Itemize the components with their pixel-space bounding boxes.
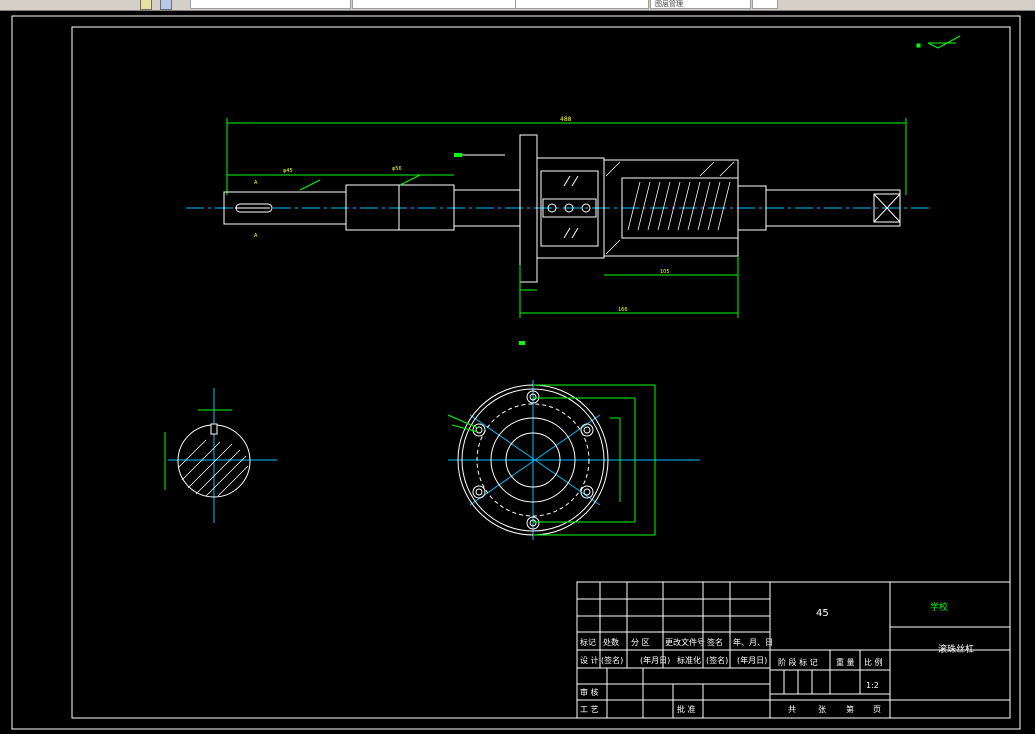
tb-h3: 更改文件号	[665, 637, 705, 647]
tb-school: 学校	[930, 601, 948, 613]
tb-s0: 阶 段 标 记	[778, 657, 818, 667]
tb-d3: 标准化	[677, 655, 701, 665]
tb-s2: 比 例	[864, 657, 883, 667]
section-view	[164, 388, 277, 523]
tb-h4: 签名	[707, 637, 723, 647]
tb-h5: 年、月、日	[733, 637, 773, 647]
section-label-top: A	[254, 180, 258, 186]
tb-review: 审 核	[580, 687, 599, 697]
flange-screws	[563, 175, 579, 239]
tb-process: 工 艺	[580, 705, 599, 714]
layer-icon[interactable]	[140, 0, 152, 10]
sheet-inner-border	[71, 26, 1011, 719]
dim-shaft-upper2: φ56	[392, 166, 402, 172]
tb-d2: (年月日)	[640, 655, 670, 665]
dim-nut	[519, 256, 739, 318]
dim-shaft-upper: φ45	[283, 168, 293, 174]
section-label-bottom: A	[254, 233, 258, 239]
tb-sheet2: 第	[846, 704, 854, 714]
lineweight-dropdown[interactable]	[515, 0, 649, 9]
title-block-text: 标记 处数 分 区 更改文件号 签名 年、月、日 设 计 (签名) (年月日) …	[580, 608, 883, 714]
view-tag	[454, 153, 462, 157]
tb-h2: 分 区	[631, 638, 650, 647]
cad-toolbar: 图层管理	[0, 0, 1035, 11]
layer-dropdown[interactable]	[190, 0, 351, 9]
tb-d0: 设 计	[580, 655, 599, 665]
tb-d1: (签名)	[601, 655, 623, 665]
linetype-dropdown[interactable]	[352, 0, 516, 9]
extra-dropdown[interactable]	[752, 0, 778, 9]
tb-sheet3: 页	[873, 705, 881, 714]
tb-part-name: 滚珠丝杠	[938, 643, 974, 655]
tb-s1: 重 量	[836, 657, 855, 667]
tb-sheet0: 共	[788, 705, 796, 714]
view-tag-a	[519, 341, 525, 345]
roughness-symbol	[916, 35, 961, 49]
tb-scale: 1:2	[866, 681, 879, 690]
nut-flange	[519, 134, 605, 283]
tb-d5: (年月日)	[737, 655, 767, 665]
dim-total	[226, 118, 907, 195]
cad-drawing: 488 φ45 φ56 A A 105 166 标记 处数 分 区 更改文件号 …	[11, 15, 1021, 730]
tb-d4: (签名)	[706, 655, 728, 665]
tb-material: 45	[816, 608, 829, 619]
tb-sheet1: 张	[818, 705, 826, 714]
dim-total-label: 488	[560, 116, 572, 123]
flange-front-view	[447, 380, 700, 540]
tb-h0: 标记	[580, 637, 596, 647]
tb-h1: 处数	[603, 637, 619, 647]
dim-nut-total: 166	[618, 307, 628, 313]
plotstyle-dropdown[interactable]: 图层管理	[650, 0, 751, 9]
drawing-canvas[interactable]: 488 φ45 φ56 A A 105 166 标记 处数 分 区 更改文件号 …	[0, 11, 1035, 734]
dim-nut-length: 105	[660, 269, 670, 275]
tb-approve: 批 准	[677, 704, 696, 714]
cube-icon[interactable]	[160, 0, 172, 10]
dim-shaft-left	[227, 174, 454, 191]
